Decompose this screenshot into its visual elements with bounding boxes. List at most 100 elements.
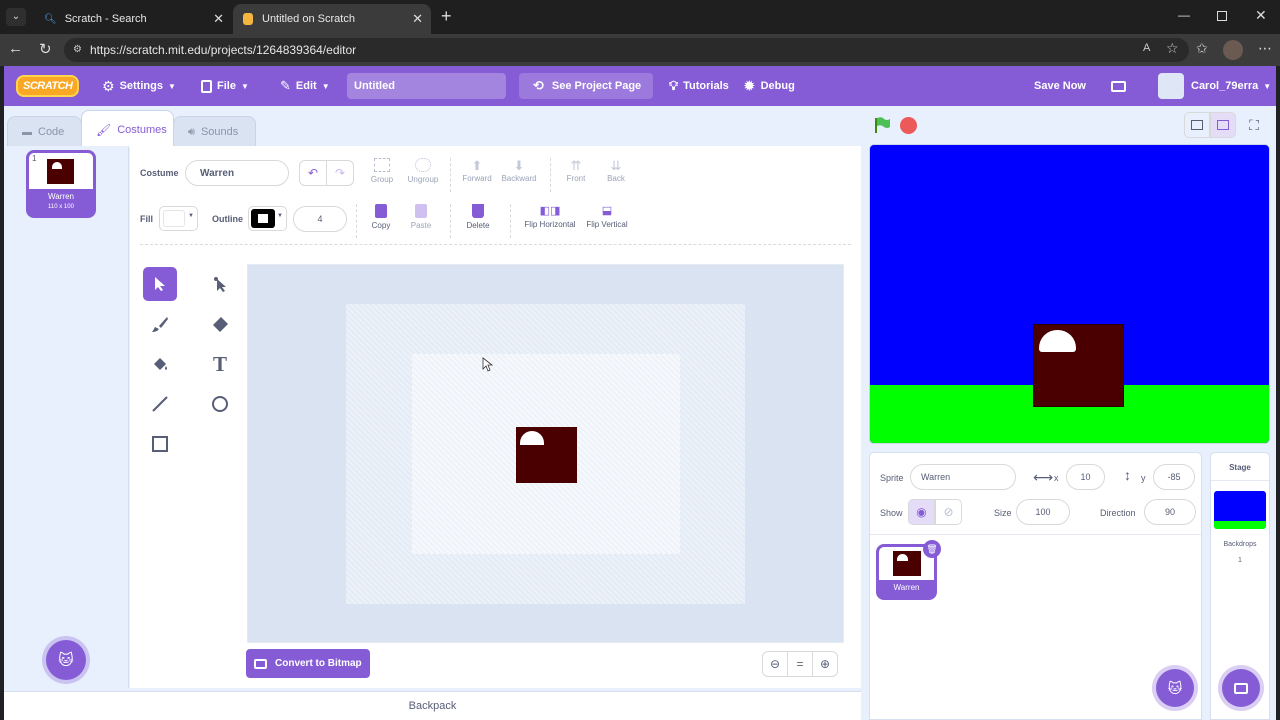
see-project-page-button[interactable]: ⟲ See Project Page: [519, 73, 654, 99]
outline-width-input[interactable]: 4: [293, 206, 347, 232]
edit-menu[interactable]: ✎ Edit ▼: [280, 66, 330, 106]
tab-list-icon[interactable]: ⌄: [6, 8, 26, 26]
fullscreen-button[interactable]: ⛶: [1243, 114, 1265, 136]
show-visible-button[interactable]: ◉: [908, 499, 935, 525]
large-stage-button[interactable]: [1210, 112, 1236, 138]
delete-button[interactable]: Delete: [456, 204, 500, 230]
choose-sprite-button[interactable]: 🐱︎: [1156, 669, 1194, 707]
select-tool[interactable]: [143, 267, 177, 301]
debug-button[interactable]: ✹ Debug: [743, 66, 795, 106]
paint-canvas-area[interactable]: [247, 264, 844, 643]
back-icon[interactable]: ←: [8, 40, 23, 57]
convert-to-bitmap-button[interactable]: Convert to Bitmap: [246, 649, 370, 678]
y-input[interactable]: -85: [1153, 464, 1195, 490]
brush-tool[interactable]: [143, 307, 177, 341]
costume-item[interactable]: 1 Warren 110 x 100: [26, 150, 96, 218]
flip-vertical-label: Flip Vertical: [586, 220, 628, 229]
reload-icon[interactable]: ↻: [39, 40, 52, 58]
undo-icon: ↶: [307, 166, 319, 180]
small-stage-icon: [1191, 120, 1203, 130]
ungroup-icon: [415, 158, 431, 172]
sprite-warren-on-stage[interactable]: [1033, 324, 1124, 407]
zoom-reset-button[interactable]: =: [787, 651, 813, 677]
delete-sprite-button[interactable]: 🗑︎: [923, 540, 941, 558]
costume-label: Costume: [140, 168, 179, 178]
green-flag-button[interactable]: [873, 116, 893, 136]
eraser-tool[interactable]: [203, 307, 237, 341]
stage-selector-panel[interactable]: Stage Backdrops 1: [1210, 452, 1270, 720]
lightbulb-icon: 💡︎: [669, 78, 679, 93]
ungroup-button[interactable]: Ungroup: [401, 158, 445, 184]
undo-button[interactable]: ↶: [299, 160, 327, 186]
tab-sounds[interactable]: 🔊︎ Sounds: [173, 116, 256, 148]
stop-button[interactable]: [900, 117, 917, 134]
mouse-cursor-icon: [482, 357, 494, 372]
small-stage-button[interactable]: [1184, 112, 1210, 138]
forward-button[interactable]: ⬆ Forward: [455, 158, 499, 183]
chevron-down-icon: ▼: [321, 81, 330, 91]
circle-tool[interactable]: [203, 387, 237, 421]
flip-vertical-button[interactable]: ⬓ Flip Vertical: [579, 204, 635, 229]
close-window-icon[interactable]: ✕: [1255, 7, 1267, 24]
chevron-down-icon: ▼: [188, 213, 194, 219]
restore-icon[interactable]: [1217, 11, 1227, 21]
zoom-in-button[interactable]: ⊕: [812, 651, 838, 677]
project-title-input[interactable]: Untitled: [347, 73, 506, 99]
more-options-icon[interactable]: ⋯: [1258, 40, 1272, 57]
read-aloud-icon[interactable]: A: [1143, 42, 1150, 54]
costume-name-input[interactable]: Warren: [185, 160, 289, 186]
group-button[interactable]: Group: [360, 158, 404, 184]
chevron-down-icon: ▼: [167, 81, 176, 91]
costume-list-scrollbar[interactable]: [117, 146, 128, 688]
backpack-bar[interactable]: Backpack: [4, 691, 861, 720]
direction-input[interactable]: 90: [1144, 499, 1196, 525]
tab-scratch-search[interactable]: 🔍︎ Scratch - Search ✕: [34, 4, 232, 34]
flip-horizontal-button[interactable]: ◧◨ Flip Horizontal: [518, 204, 582, 229]
tab-untitled-on-scratch[interactable]: Untitled on Scratch ✕: [233, 4, 431, 34]
account-menu[interactable]: Carol_79erra ▼: [1158, 66, 1271, 106]
choose-costume-button[interactable]: 🐱︎: [46, 640, 86, 680]
file-menu[interactable]: File ▼: [201, 66, 249, 106]
site-info-icon[interactable]: ⚙: [73, 38, 82, 62]
settings-menu[interactable]: ⚙ Settings ▼: [102, 66, 176, 106]
redo-button[interactable]: ↷: [326, 160, 354, 186]
scratch-logo[interactable]: SCRATCH: [16, 66, 80, 106]
fill-color-picker[interactable]: ▼: [159, 206, 198, 231]
front-button[interactable]: ⇈ Front: [554, 158, 598, 183]
copy-button[interactable]: Copy: [359, 204, 403, 230]
text-tool[interactable]: T: [203, 347, 237, 381]
new-tab-icon[interactable]: +: [441, 6, 452, 27]
paste-button[interactable]: Paste: [399, 204, 443, 230]
fill-tool[interactable]: [143, 347, 177, 381]
close-tab-icon[interactable]: ✕: [213, 11, 224, 27]
close-tab-icon[interactable]: ✕: [412, 11, 423, 27]
x-input[interactable]: 10: [1066, 464, 1105, 490]
minimize-icon[interactable]: —: [1178, 8, 1190, 22]
favorites-icon[interactable]: ✩: [1196, 40, 1208, 57]
rectangle-tool[interactable]: [143, 427, 177, 461]
sprite-name-input[interactable]: Warren: [910, 464, 1016, 490]
profile-avatar[interactable]: [1223, 40, 1243, 60]
backward-button[interactable]: ⬇ Backward: [497, 158, 541, 183]
show-hidden-button[interactable]: ⊘: [935, 499, 962, 525]
my-stuff-folder-icon[interactable]: [1111, 66, 1126, 106]
tab-code[interactable]: ▬ Code: [7, 116, 82, 148]
choose-backdrop-button[interactable]: [1222, 669, 1260, 707]
favorite-star-icon[interactable]: ☆: [1166, 40, 1179, 57]
costume-drawing[interactable]: [516, 427, 577, 483]
tutorials-button[interactable]: 💡︎ Tutorials: [669, 66, 729, 106]
white-dome-shape[interactable]: [520, 431, 544, 445]
ungroup-label: Ungroup: [407, 175, 439, 184]
url-field[interactable]: ⚙ https://scratch.mit.edu/projects/12648…: [64, 38, 1189, 62]
outline-color-picker[interactable]: ▼: [248, 206, 287, 231]
zoom-out-button[interactable]: ⊖: [762, 651, 788, 677]
front-arrow-icon: ⇈: [570, 158, 582, 173]
back-button[interactable]: ⇊ Back: [594, 158, 638, 183]
stage-canvas[interactable]: [869, 144, 1270, 444]
paste-icon: [415, 204, 427, 218]
line-tool[interactable]: [143, 387, 177, 421]
reshape-tool[interactable]: [203, 267, 237, 301]
size-input[interactable]: 100: [1016, 499, 1070, 525]
save-now-button[interactable]: Save Now: [1034, 66, 1086, 106]
tab-costumes[interactable]: 🖌︎ Costumes: [81, 110, 174, 148]
